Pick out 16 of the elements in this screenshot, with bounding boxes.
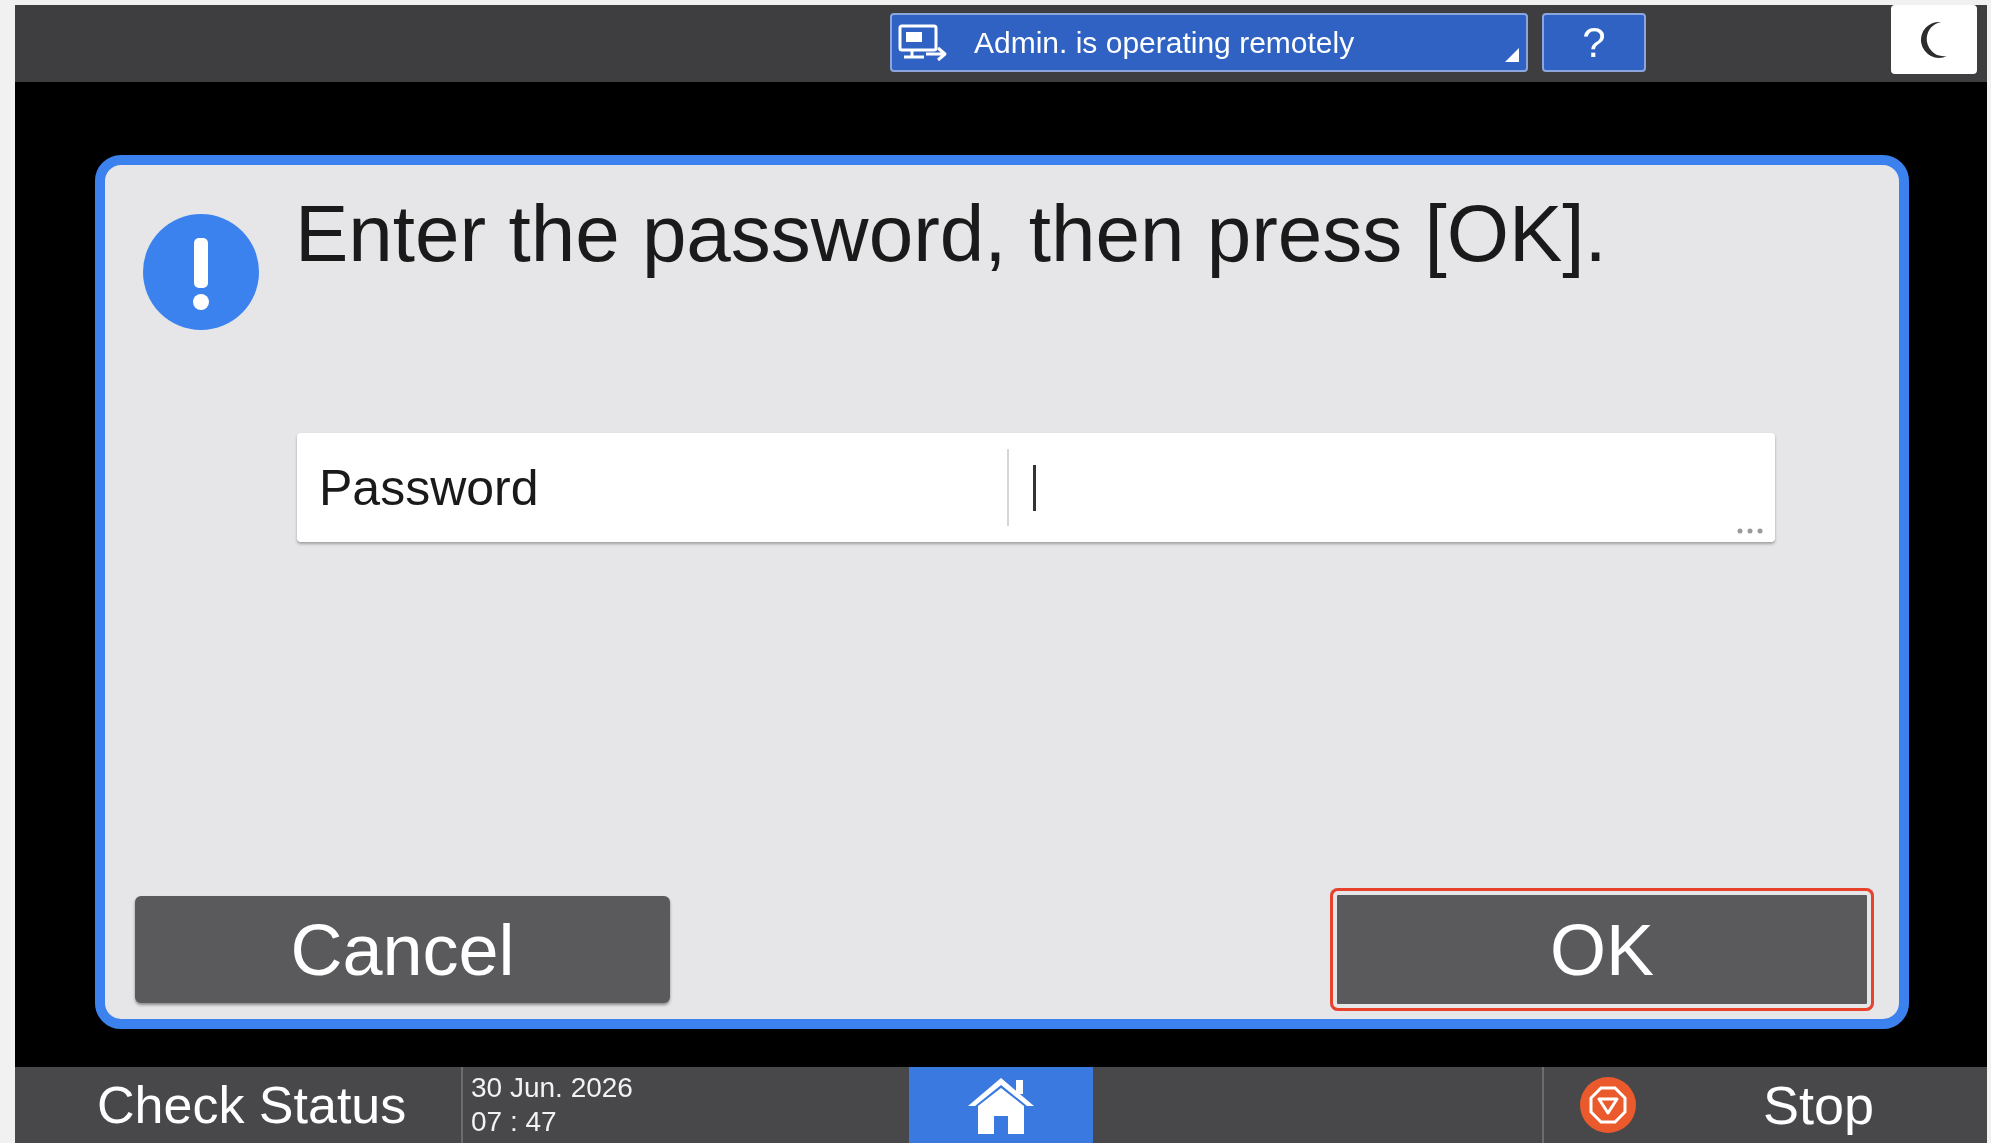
dialog-button[interactable]: OK	[1330, 888, 1874, 1011]
sleep-button[interactable]	[1891, 5, 1977, 74]
time-text: 07 : 47	[471, 1105, 557, 1139]
moon-icon	[1919, 19, 1949, 60]
stop-button[interactable]: Stop	[1580, 1077, 1875, 1133]
home-button[interactable]	[909, 1067, 1093, 1143]
remote-status-button[interactable]: Admin. is operating remotely	[890, 13, 1528, 72]
date-text: 30 Jun. 2026	[471, 1071, 633, 1105]
help-button[interactable]: ?	[1542, 13, 1646, 72]
stop-icon	[1580, 1077, 1636, 1133]
alert-icon	[143, 214, 259, 330]
check-status-button[interactable]: Check Status	[97, 1079, 407, 1131]
corner-triangle-icon	[1505, 48, 1519, 62]
more-dots-icon	[1737, 528, 1763, 534]
dialog-button[interactable]: Cancel	[135, 896, 670, 1003]
field-label: Password	[319, 462, 539, 513]
